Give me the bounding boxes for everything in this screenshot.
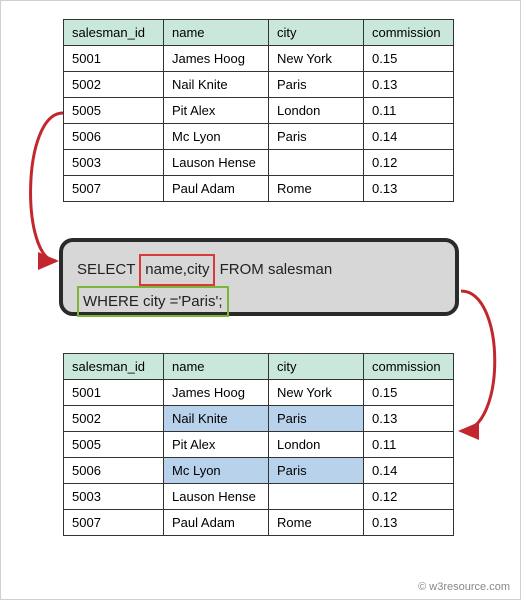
header-commission: commission (364, 354, 454, 380)
cell-comm: 0.11 (364, 432, 454, 458)
cell-comm: 0.12 (364, 150, 454, 176)
cell-id: 5007 (64, 176, 164, 202)
cell-comm: 0.13 (364, 72, 454, 98)
cell-name: Pit Alex (164, 98, 269, 124)
cell-name: Mc Lyon (164, 124, 269, 150)
cell-name: Mc Lyon (164, 458, 269, 484)
query-line-2: WHERE city ='Paris'; (77, 286, 441, 318)
table-row: 5003 Lauson Hense 0.12 (64, 150, 454, 176)
credit-text: © w3resource.com (418, 581, 510, 593)
source-table: salesman_id name city commission 5001 Ja… (63, 19, 454, 202)
table-row: 5002 Nail Knite Paris 0.13 (64, 406, 454, 432)
cell-name: James Hoog (164, 380, 269, 406)
query-line-1: SELECT name,city FROM salesman (77, 254, 441, 286)
from-clause: FROM salesman (220, 261, 333, 278)
header-city: city (269, 354, 364, 380)
cell-id: 5003 (64, 484, 164, 510)
cell-comm: 0.11 (364, 98, 454, 124)
cell-city: Paris (269, 406, 364, 432)
cell-id: 5006 (64, 124, 164, 150)
cell-comm: 0.15 (364, 46, 454, 72)
table-row: 5005 Pit Alex London 0.11 (64, 98, 454, 124)
cell-city: London (269, 432, 364, 458)
cell-id: 5002 (64, 406, 164, 432)
table-row: 5005 Pit Alex London 0.11 (64, 432, 454, 458)
cell-name: Paul Adam (164, 510, 269, 536)
cell-id: 5002 (64, 72, 164, 98)
cell-city: New York (269, 46, 364, 72)
cell-id: 5001 (64, 46, 164, 72)
cell-comm: 0.12 (364, 484, 454, 510)
cell-name: Lauson Hense (164, 484, 269, 510)
cell-city: Paris (269, 72, 364, 98)
cell-city: Rome (269, 176, 364, 202)
cell-id: 5005 (64, 98, 164, 124)
cell-city: Paris (269, 124, 364, 150)
cell-city: Rome (269, 510, 364, 536)
cell-id: 5001 (64, 380, 164, 406)
cell-name: Nail Knite (164, 406, 269, 432)
cell-name: Lauson Hense (164, 150, 269, 176)
table-row: 5006 Mc Lyon Paris 0.14 (64, 458, 454, 484)
header-salesman-id: salesman_id (64, 354, 164, 380)
cell-name: James Hoog (164, 46, 269, 72)
where-clause-box: WHERE city ='Paris'; (77, 286, 229, 318)
cell-id: 5005 (64, 432, 164, 458)
cell-comm: 0.13 (364, 510, 454, 536)
table-row: 5001 James Hoog New York 0.15 (64, 46, 454, 72)
cell-id: 5003 (64, 150, 164, 176)
header-commission: commission (364, 20, 454, 46)
table-header-row: salesman_id name city commission (64, 354, 454, 380)
header-salesman-id: salesman_id (64, 20, 164, 46)
cell-id: 5007 (64, 510, 164, 536)
cell-city (269, 150, 364, 176)
cell-city: London (269, 98, 364, 124)
header-name: name (164, 354, 269, 380)
table-row: 5007 Paul Adam Rome 0.13 (64, 176, 454, 202)
table-header-row: salesman_id name city commission (64, 20, 454, 46)
cell-city (269, 484, 364, 510)
table-row: 5006 Mc Lyon Paris 0.14 (64, 124, 454, 150)
cell-comm: 0.13 (364, 176, 454, 202)
cell-comm: 0.14 (364, 124, 454, 150)
cell-comm: 0.13 (364, 406, 454, 432)
header-city: city (269, 20, 364, 46)
result-table: salesman_id name city commission 5001 Ja… (63, 353, 454, 536)
select-keyword: SELECT (77, 261, 135, 278)
table-row: 5007 Paul Adam Rome 0.13 (64, 510, 454, 536)
diagram-canvas: salesman_id name city commission 5001 Ja… (0, 0, 521, 600)
cell-name: Paul Adam (164, 176, 269, 202)
header-name: name (164, 20, 269, 46)
cell-city: Paris (269, 458, 364, 484)
sql-query-box: SELECT name,city FROM salesman WHERE cit… (59, 238, 459, 316)
select-columns-box: name,city (139, 254, 215, 286)
cell-city: New York (269, 380, 364, 406)
cell-comm: 0.14 (364, 458, 454, 484)
table-row: 5002 Nail Knite Paris 0.13 (64, 72, 454, 98)
table-row: 5001 James Hoog New York 0.15 (64, 380, 454, 406)
cell-name: Pit Alex (164, 432, 269, 458)
cell-id: 5006 (64, 458, 164, 484)
cell-name: Nail Knite (164, 72, 269, 98)
cell-comm: 0.15 (364, 380, 454, 406)
table-row: 5003 Lauson Hense 0.12 (64, 484, 454, 510)
